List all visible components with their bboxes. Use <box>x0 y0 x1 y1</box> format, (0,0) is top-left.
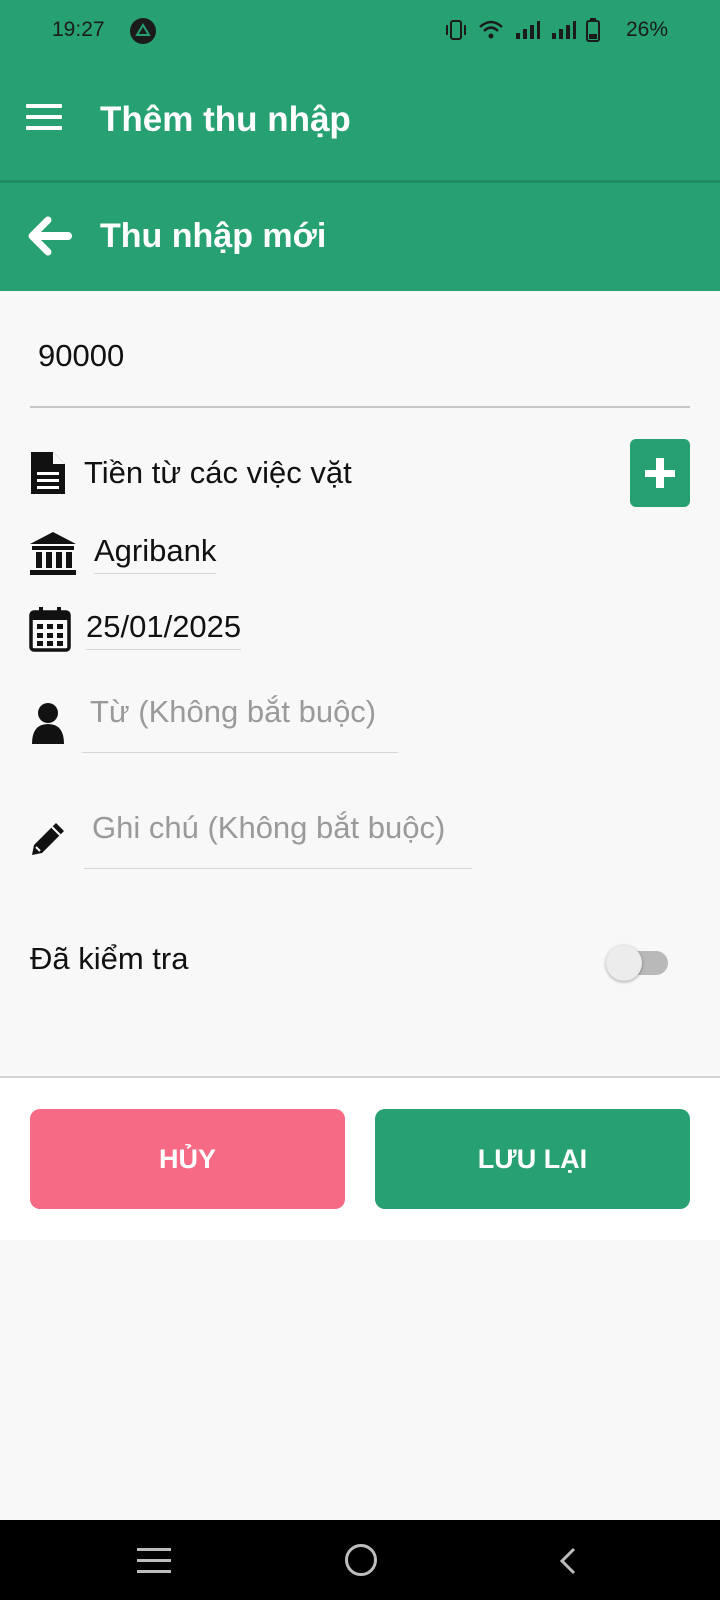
date-value: 25/01/2025 <box>86 609 242 650</box>
save-button[interactable]: LƯU LẠI <box>375 1109 690 1209</box>
date-row[interactable]: 25/01/2025 <box>28 601 242 657</box>
from-row: Từ (Không bắt buộc) <box>28 691 398 755</box>
status-bar: 19:27 26% <box>0 0 720 62</box>
vibrate-icon <box>446 20 466 40</box>
app-title: Thêm thu nhập <box>100 100 351 139</box>
checked-toggle[interactable] <box>606 945 668 981</box>
document-icon <box>28 451 68 495</box>
bank-icon <box>28 531 78 575</box>
wifi-icon <box>479 20 503 39</box>
back-icon[interactable] <box>556 1546 580 1576</box>
signal-icon-2 <box>552 21 576 39</box>
notification-app-icon <box>130 18 156 44</box>
amount-underline <box>30 406 690 408</box>
battery-percent: 26% <box>625 18 668 41</box>
calendar-icon <box>28 607 72 652</box>
signal-icon-1 <box>516 21 540 39</box>
account-value: Agribank <box>94 533 217 574</box>
income-form: Tiền từ các việc vặt Agribank 25/01/2025… <box>0 291 720 1077</box>
status-time: 19:27 <box>52 18 105 41</box>
note-placeholder: Ghi chú (Không bắt buộc) <box>92 809 446 845</box>
cancel-button[interactable]: HỦY <box>30 1109 345 1209</box>
pencil-icon <box>28 817 68 861</box>
checked-row: Đã kiểm tra <box>30 937 188 981</box>
from-input[interactable]: Từ (Không bắt buộc) <box>82 694 398 753</box>
category-value: Tiền từ các việc vặt <box>84 455 352 490</box>
person-icon <box>28 701 68 745</box>
add-category-button[interactable] <box>630 439 690 507</box>
recents-icon[interactable] <box>137 1548 171 1574</box>
category-row[interactable]: Tiền từ các việc vặt <box>28 443 352 503</box>
battery-icon <box>586 18 600 42</box>
system-icons <box>444 18 600 42</box>
amount-input[interactable] <box>30 331 690 381</box>
app-bar: Thêm thu nhập <box>0 62 720 180</box>
action-bar: HỦY LƯU LẠI <box>0 1078 720 1240</box>
home-icon[interactable] <box>345 1544 377 1576</box>
system-nav-bar <box>0 1520 720 1600</box>
note-input[interactable]: Ghi chú (Không bắt buộc) <box>84 810 472 869</box>
note-row: Ghi chú (Không bắt buộc) <box>28 807 472 871</box>
page-title: Thu nhập mới <box>100 217 327 255</box>
from-placeholder: Từ (Không bắt buộc) <box>90 693 377 729</box>
checked-label: Đã kiểm tra <box>30 941 189 976</box>
toggle-knob <box>606 945 642 981</box>
hamburger-menu-icon[interactable] <box>26 104 66 138</box>
sub-header: Thu nhập mới <box>0 183 720 291</box>
account-row[interactable]: Agribank <box>28 525 217 581</box>
arrow-left-icon[interactable] <box>28 216 72 256</box>
